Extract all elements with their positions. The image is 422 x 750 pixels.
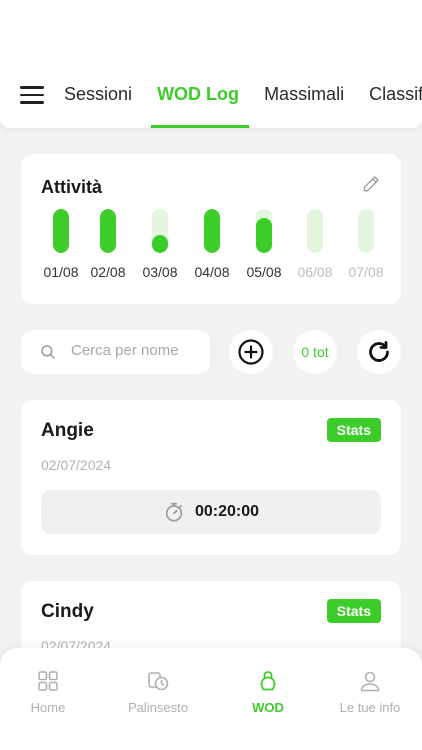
day-bar-track <box>100 209 116 253</box>
nav-item-palinsesto[interactable]: Palinsesto <box>108 670 208 715</box>
nav-label: Palinsesto <box>128 700 188 715</box>
day-label: 03/08 <box>142 264 178 280</box>
day-label: 02/08 <box>90 264 126 280</box>
kettlebell-icon <box>260 671 276 691</box>
search-box <box>21 330 210 374</box>
stopwatch-icon <box>165 502 183 522</box>
total-count-button[interactable]: 0 tot <box>293 330 337 374</box>
pencil-icon[interactable] <box>361 174 381 194</box>
search-icon <box>41 345 55 359</box>
nav-item-home[interactable]: Home <box>0 670 98 715</box>
activity-card: Attività 01/08 02/08 03/08 04/08 05/08 0… <box>21 154 401 304</box>
refresh-icon <box>369 341 389 362</box>
day-bar-fill <box>204 209 220 253</box>
user-icon <box>360 671 380 692</box>
tab-massimali[interactable]: Massimali <box>264 84 344 128</box>
activity-day: 07/08 <box>346 209 386 280</box>
day-bar-fill <box>152 235 168 253</box>
bottom-navigation: Home Palinsesto WOD Le tue info <box>0 648 422 750</box>
activity-day: 03/08 <box>140 209 180 280</box>
activity-day: 02/08 <box>88 209 128 280</box>
day-bar-fill <box>256 218 272 253</box>
add-wod-button[interactable] <box>229 330 273 374</box>
day-bar-track <box>204 209 220 253</box>
plus-circle-icon <box>238 339 264 365</box>
day-label: 01/08 <box>43 264 79 280</box>
day-bar-track <box>152 209 168 253</box>
refresh-button[interactable] <box>357 330 401 374</box>
tab-sessioni[interactable]: Sessioni <box>64 84 132 128</box>
day-label: 06/08 <box>297 264 333 280</box>
tab-classifica[interactable]: Classifica <box>369 84 422 128</box>
schedule-icon <box>148 672 169 691</box>
activity-title: Attività <box>41 177 103 197</box>
wod-timer: 00:20:00 <box>41 490 381 534</box>
stats-button[interactable]: Stats <box>326 418 381 442</box>
tab-wod-log[interactable]: WOD Log <box>151 84 250 128</box>
nav-label: WOD <box>252 700 284 715</box>
activity-day: 06/08 <box>295 209 335 280</box>
day-bar-fill <box>100 209 116 253</box>
nav-label: Le tue info <box>339 700 401 715</box>
day-bar-track <box>358 209 374 253</box>
top-bar: Sessioni WOD Log Massimali Classifica <box>0 0 422 128</box>
activity-day: 05/08 <box>244 209 284 280</box>
nav-item-le-tue-info[interactable]: Le tue info <box>320 670 420 715</box>
search-input[interactable] <box>71 342 201 359</box>
stats-button[interactable]: Stats <box>326 599 381 623</box>
day-bar-track <box>307 209 323 253</box>
day-label: 04/08 <box>194 264 230 280</box>
activity-day: 01/08 <box>41 209 81 280</box>
wod-card[interactable]: Angie Stats 02/07/2024 00:20:00 <box>21 400 401 555</box>
day-label: 07/08 <box>348 264 384 280</box>
grid-icon <box>38 671 58 691</box>
wod-date: 02/07/2024 <box>41 457 112 473</box>
nav-label: Home <box>30 700 66 715</box>
hamburger-menu-icon[interactable] <box>20 86 44 104</box>
wod-time: 00:20:00 <box>194 503 260 520</box>
nav-item-wod[interactable]: WOD <box>218 670 318 715</box>
activity-day: 04/08 <box>192 209 232 280</box>
wod-name: Angie <box>41 420 94 441</box>
day-bar-fill <box>53 209 69 253</box>
day-bar-track <box>256 209 272 253</box>
tab-bar: Sessioni WOD Log Massimali Classifica <box>64 84 422 128</box>
day-label: 05/08 <box>246 264 282 280</box>
wod-name: Cindy <box>41 601 94 622</box>
day-bar-track <box>53 209 69 253</box>
